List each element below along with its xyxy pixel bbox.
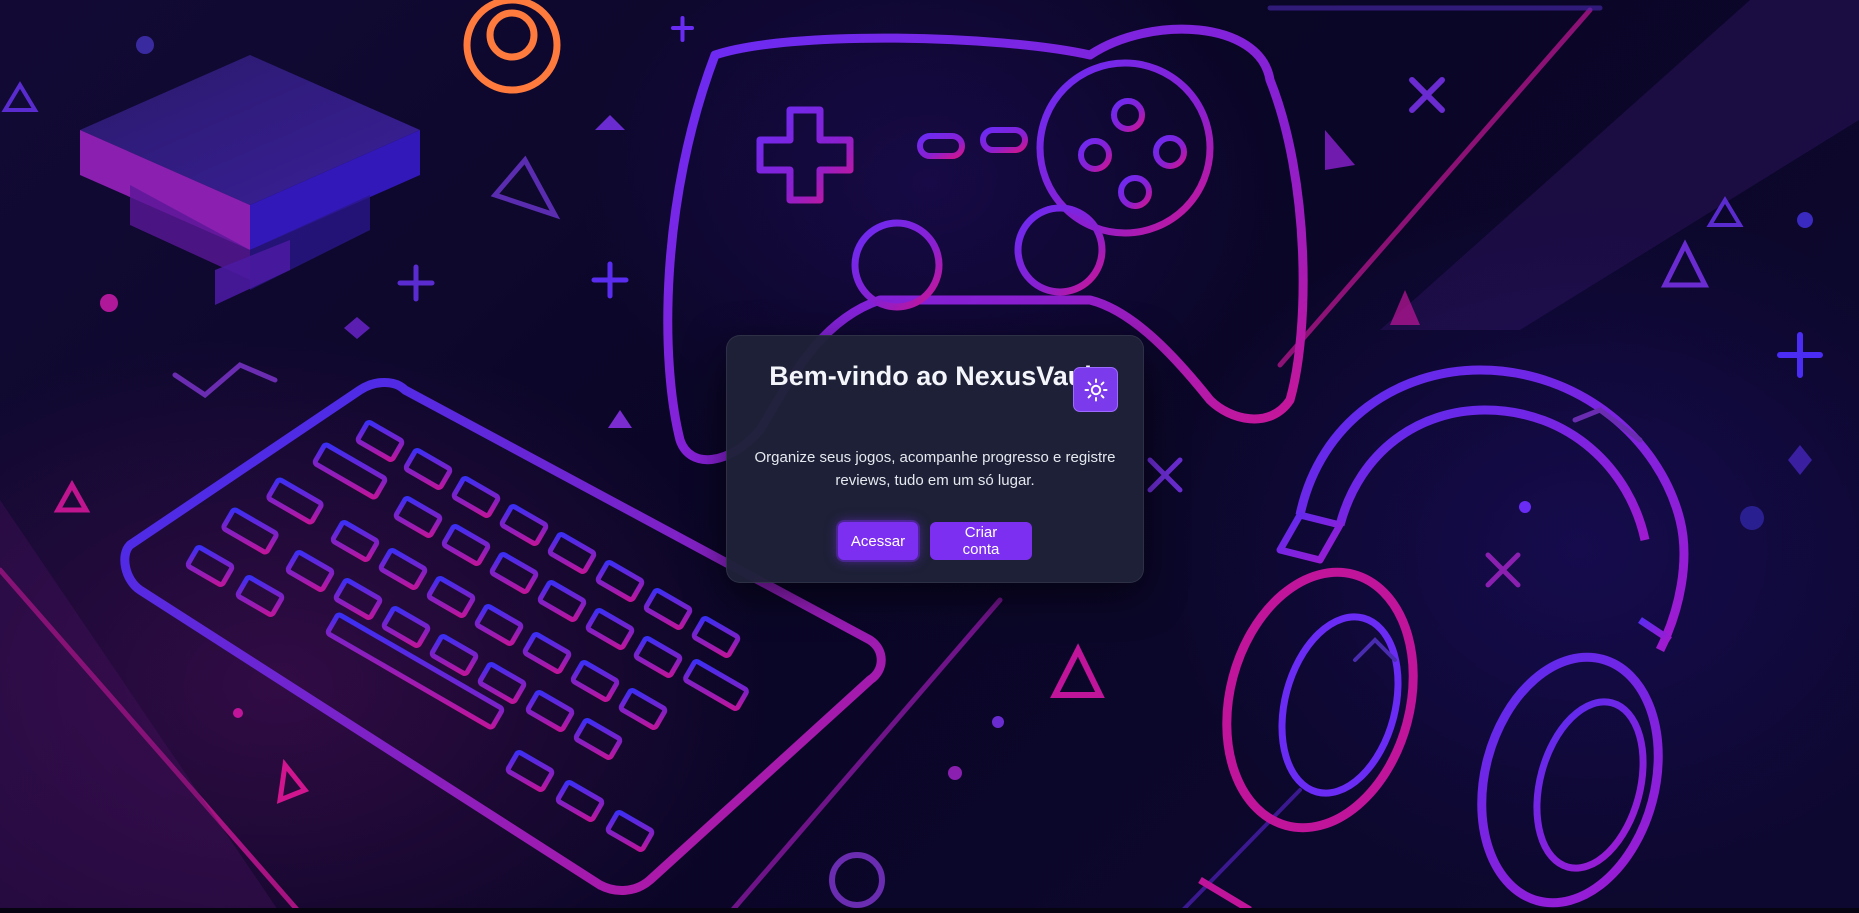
sun-icon [1084,378,1107,401]
login-button[interactable]: Acessar [838,522,918,560]
modal-actions: Acessar Criar conta [727,522,1143,560]
login-screen: Bem-vindo ao NexusVault Organize seus jo… [0,0,1859,913]
headphones-illustration [1198,365,1689,913]
modal-title: Bem-vindo ao NexusVault [769,361,1101,391]
console-cube [80,55,420,305]
coin [463,0,561,94]
welcome-modal: Bem-vindo ao NexusVault Organize seus jo… [726,335,1144,583]
signup-button[interactable]: Criar conta [930,522,1032,560]
modal-description: Organize seus jogos, acompanhe progresso… [754,449,1116,489]
theme-toggle-button[interactable] [1073,367,1118,412]
